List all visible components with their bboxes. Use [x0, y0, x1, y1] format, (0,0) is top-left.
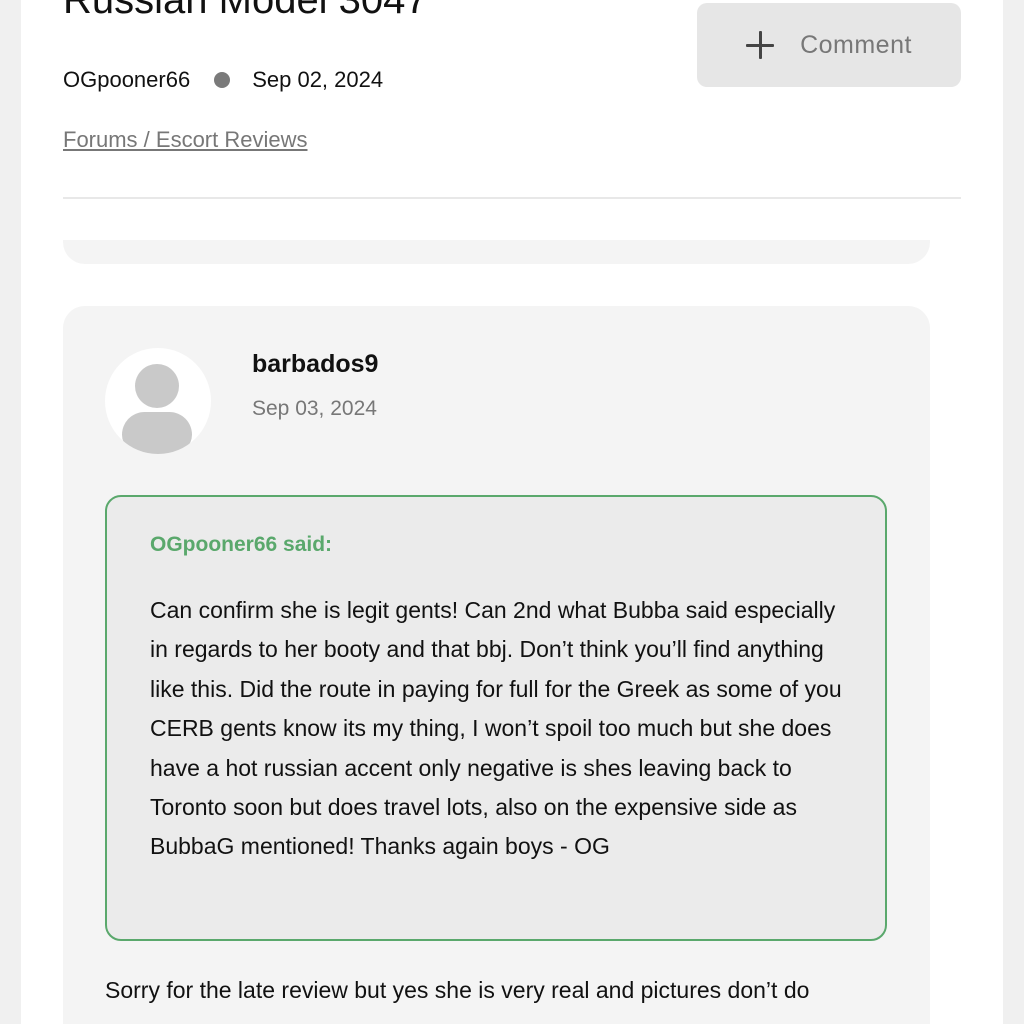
post-card: barbados9 Sep 03, 2024 OGpooner66 said: … — [63, 306, 930, 1024]
thread-title: Russian Model 3047 — [63, 0, 428, 22]
post-body: Sorry for the late review but yes she is… — [105, 977, 810, 1003]
header-divider — [63, 197, 961, 199]
thread-card: Russian Model 3047 Comment OGpooner66 Se… — [21, 0, 1003, 1024]
quote-author[interactable]: OGpooner66 said: — [150, 533, 332, 557]
avatar-head-shape — [135, 364, 179, 408]
plus-icon — [746, 31, 775, 59]
post-author[interactable]: barbados9 — [252, 350, 378, 379]
quote-text: Can confirm she is legit gents! Can 2nd … — [150, 597, 842, 860]
comment-button[interactable]: Comment — [697, 3, 961, 87]
quote-block: OGpooner66 said: Can confirm she is legi… — [105, 495, 887, 941]
user-avatar-icon[interactable] — [105, 348, 211, 454]
post-date: Sep 03, 2024 — [252, 397, 377, 420]
separator-dot-icon — [214, 72, 231, 88]
avatar-body-shape — [122, 412, 192, 454]
previous-post-card — [63, 240, 930, 264]
thread-author[interactable]: OGpooner66 — [63, 67, 190, 93]
breadcrumb[interactable]: Forums / Escort Reviews — [63, 127, 308, 153]
thread-date: Sep 02, 2024 — [252, 67, 384, 92]
thread-meta: OGpooner66 Sep 02, 2024 — [63, 67, 383, 93]
comment-button-label: Comment — [800, 30, 912, 59]
page: Russian Model 3047 Comment OGpooner66 Se… — [0, 0, 1024, 1024]
